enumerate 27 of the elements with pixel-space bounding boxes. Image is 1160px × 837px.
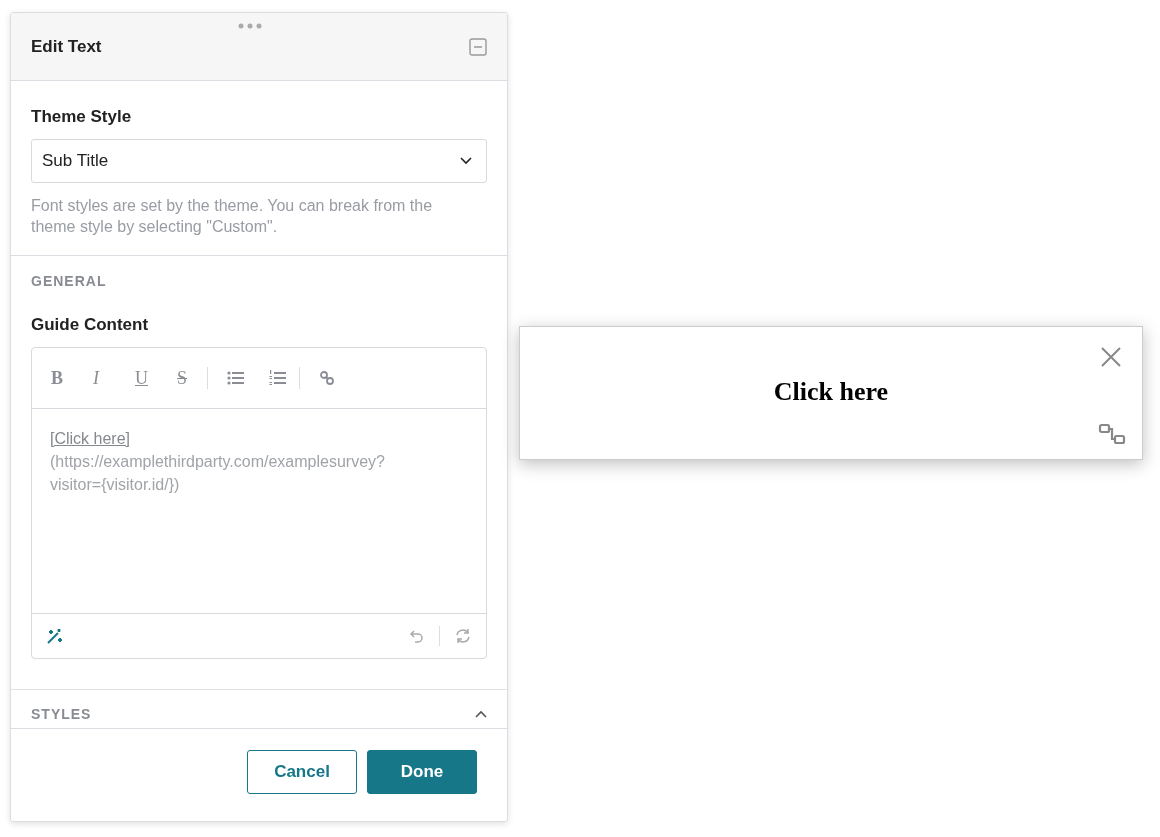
chevron-down-icon bbox=[460, 157, 472, 165]
bullet-list-icon[interactable] bbox=[227, 371, 245, 385]
numbered-list-icon[interactable] bbox=[269, 370, 287, 386]
content-editor[interactable]: [Click here] (https://examplethirdparty.com/examplesurvey?visitor={visitor.id/}) bbox=[32, 409, 486, 613]
chevron-up-icon[interactable] bbox=[475, 710, 487, 718]
bold-button[interactable]: B bbox=[51, 367, 93, 389]
link-icon[interactable] bbox=[319, 370, 335, 386]
guide-link-text[interactable]: Click here bbox=[773, 377, 889, 407]
cancel-button[interactable]: Cancel bbox=[247, 750, 357, 794]
underline-button[interactable]: U bbox=[135, 367, 177, 389]
drag-handle-icon[interactable] bbox=[238, 23, 262, 29]
close-icon[interactable] bbox=[1100, 346, 1122, 368]
field-label: Theme Style bbox=[31, 107, 133, 127]
section-heading: STYLES bbox=[31, 706, 92, 722]
section-heading: GENERAL bbox=[31, 273, 108, 289]
done-button[interactable]: Done bbox=[367, 750, 477, 794]
panel-title: Edit Text bbox=[31, 36, 102, 57]
magic-wand-icon[interactable] bbox=[46, 627, 64, 645]
refresh-icon[interactable] bbox=[454, 627, 472, 645]
italic-button[interactable]: I bbox=[93, 367, 135, 389]
help-text: Font styles are set by the theme. You can break from the theme style by selecting "Custom". bbox=[31, 196, 434, 237]
theme-style-dropdown[interactable]: Sub Title bbox=[31, 139, 487, 183]
undo-icon[interactable] bbox=[409, 629, 425, 643]
connector-icon[interactable] bbox=[1098, 423, 1126, 445]
collapse-icon[interactable] bbox=[469, 37, 487, 56]
strike-button[interactable]: S bbox=[177, 367, 219, 389]
field-label: Guide Content bbox=[31, 315, 150, 335]
